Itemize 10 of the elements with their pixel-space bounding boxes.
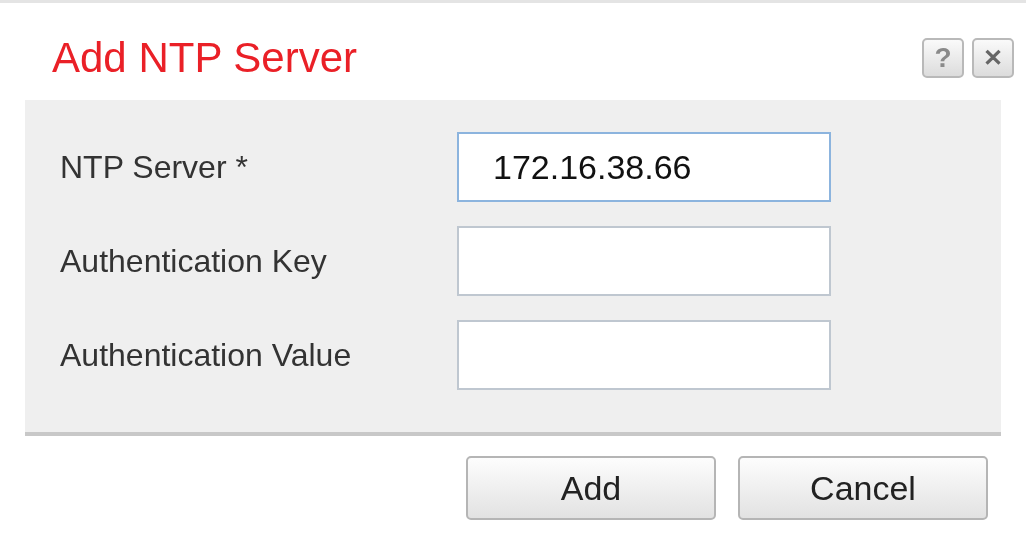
input-field[interactable] <box>457 226 831 296</box>
field-label: Authentication Value <box>59 336 353 374</box>
input-field[interactable] <box>457 320 831 390</box>
add-button[interactable]: Add <box>466 456 716 520</box>
input-field[interactable]: 172.16.38.66 <box>457 132 831 202</box>
field-label: NTP Server * <box>59 148 249 186</box>
close-button[interactable]: ✕ <box>972 37 1014 78</box>
cancel-button[interactable]: Cancel <box>738 456 988 520</box>
dialog-title: Add NTP Server <box>52 33 358 82</box>
field-label: Authentication Key <box>59 242 328 280</box>
